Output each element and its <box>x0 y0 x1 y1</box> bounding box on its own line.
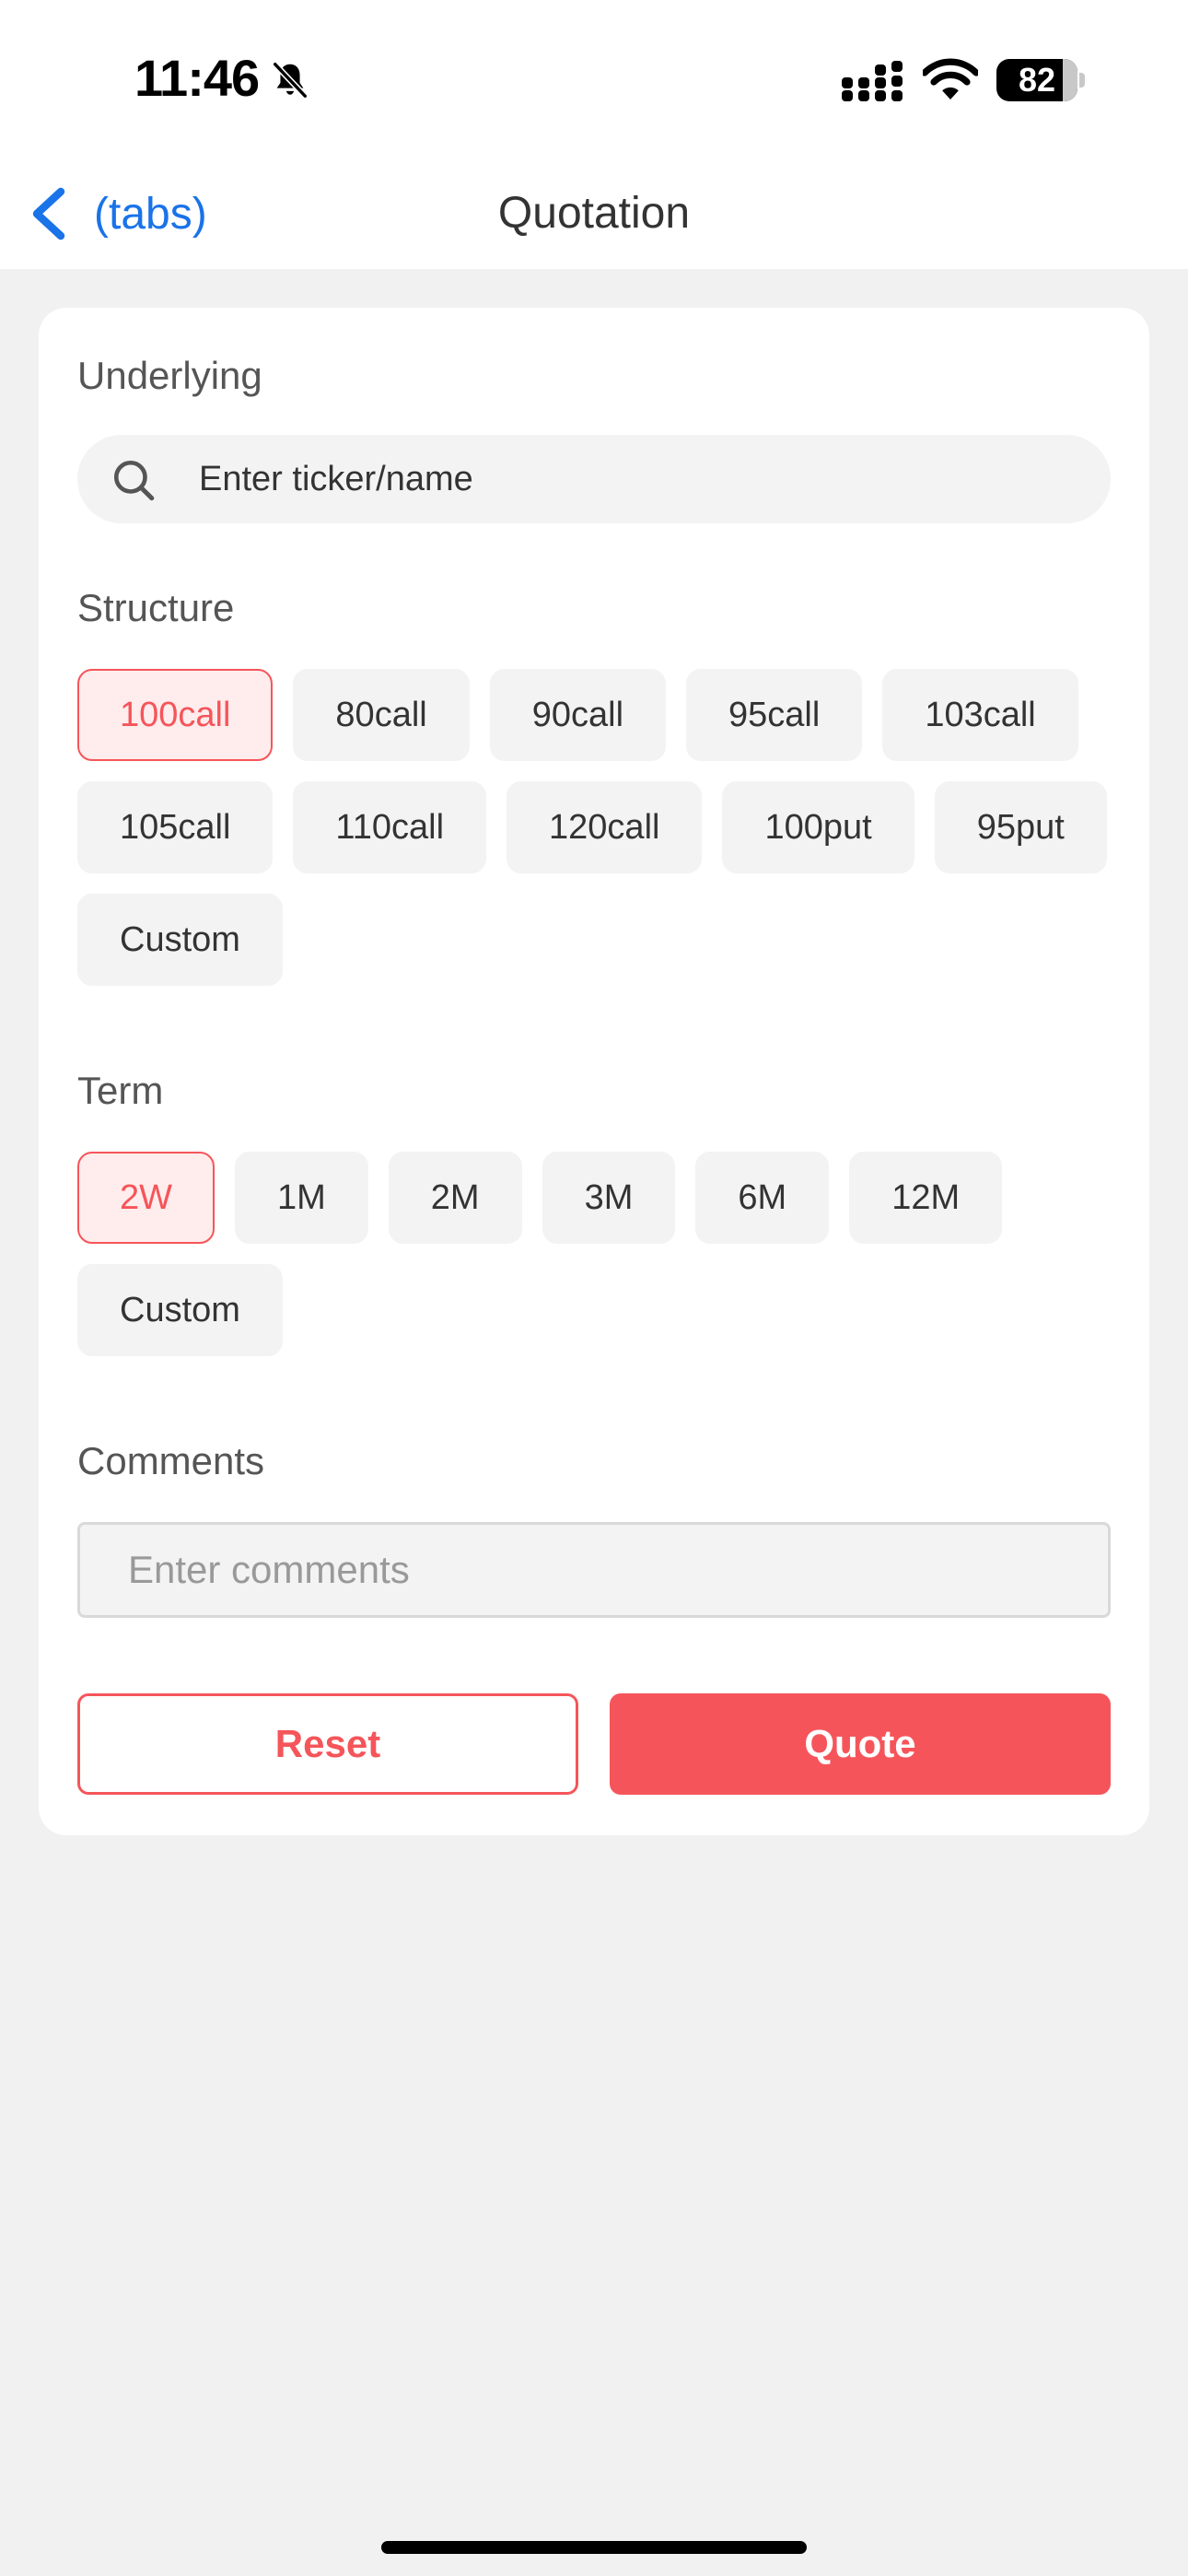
term-chip-3m[interactable]: 3M <box>542 1152 676 1244</box>
structure-chip-custom[interactable]: Custom <box>77 894 283 986</box>
structure-chip-80call[interactable]: 80call <box>293 669 470 761</box>
structure-chip-95call[interactable]: 95call <box>686 669 863 761</box>
bell-slash-icon <box>273 62 308 99</box>
term-chip-custom[interactable]: Custom <box>77 1264 283 1356</box>
comments-label: Comments <box>77 1439 265 1482</box>
back-button[interactable]: (tabs) <box>28 177 207 251</box>
structure-chip-110call[interactable]: 110call <box>293 781 487 873</box>
underlying-label: Underlying <box>77 354 262 397</box>
search-icon <box>113 460 155 501</box>
term-chip-12m[interactable]: 12M <box>849 1152 1003 1244</box>
term-chip-6m[interactable]: 6M <box>695 1152 830 1244</box>
structure-chip-100put[interactable]: 100put <box>722 781 914 873</box>
term-chip-2w[interactable]: 2W <box>77 1152 215 1244</box>
quotation-form-card: Underlying Structure 100call80call90call… <box>39 308 1149 1835</box>
term-label: Term <box>77 1069 164 1112</box>
structure-label: Structure <box>77 586 235 629</box>
structure-chip-90call[interactable]: 90call <box>489 669 667 761</box>
battery-cap <box>1079 73 1085 88</box>
cellular-signal-icon <box>842 61 903 101</box>
battery-icon: 82 <box>996 59 1085 101</box>
nav-bar: (tabs) Quotation <box>0 158 1188 269</box>
structure-chip-100call[interactable]: 100call <box>77 669 274 761</box>
comments-input[interactable] <box>77 1522 1111 1618</box>
quote-button[interactable]: Quote <box>610 1693 1111 1795</box>
search-box[interactable] <box>77 435 1111 523</box>
status-bar: 11:46 82 <box>0 0 1188 158</box>
chevron-left-icon <box>32 187 65 240</box>
underlying-search-input[interactable] <box>197 435 1081 523</box>
term-chip-2m[interactable]: 2M <box>388 1152 522 1244</box>
term-options: 2W 1M 2M 3M 6M 12M Custom <box>77 1152 1118 1356</box>
structure-options: 100call 80call 90call 95call 103call 105call 1… <box>77 669 1118 986</box>
battery-level: 82 <box>1018 61 1056 99</box>
status-time: 11:46 <box>134 49 260 107</box>
home-indicator <box>381 2541 807 2554</box>
term-chip-1m[interactable]: 1M <box>235 1152 368 1244</box>
structure-chip-95put[interactable]: 95put <box>934 781 1107 873</box>
structure-chip-120call[interactable]: 120call <box>507 781 703 873</box>
wifi-icon <box>923 58 978 100</box>
back-label: (tabs) <box>94 189 207 239</box>
structure-chip-105call[interactable]: 105call <box>77 781 274 873</box>
reset-button[interactable]: Reset <box>77 1693 578 1795</box>
structure-chip-103call[interactable]: 103call <box>882 669 1078 761</box>
